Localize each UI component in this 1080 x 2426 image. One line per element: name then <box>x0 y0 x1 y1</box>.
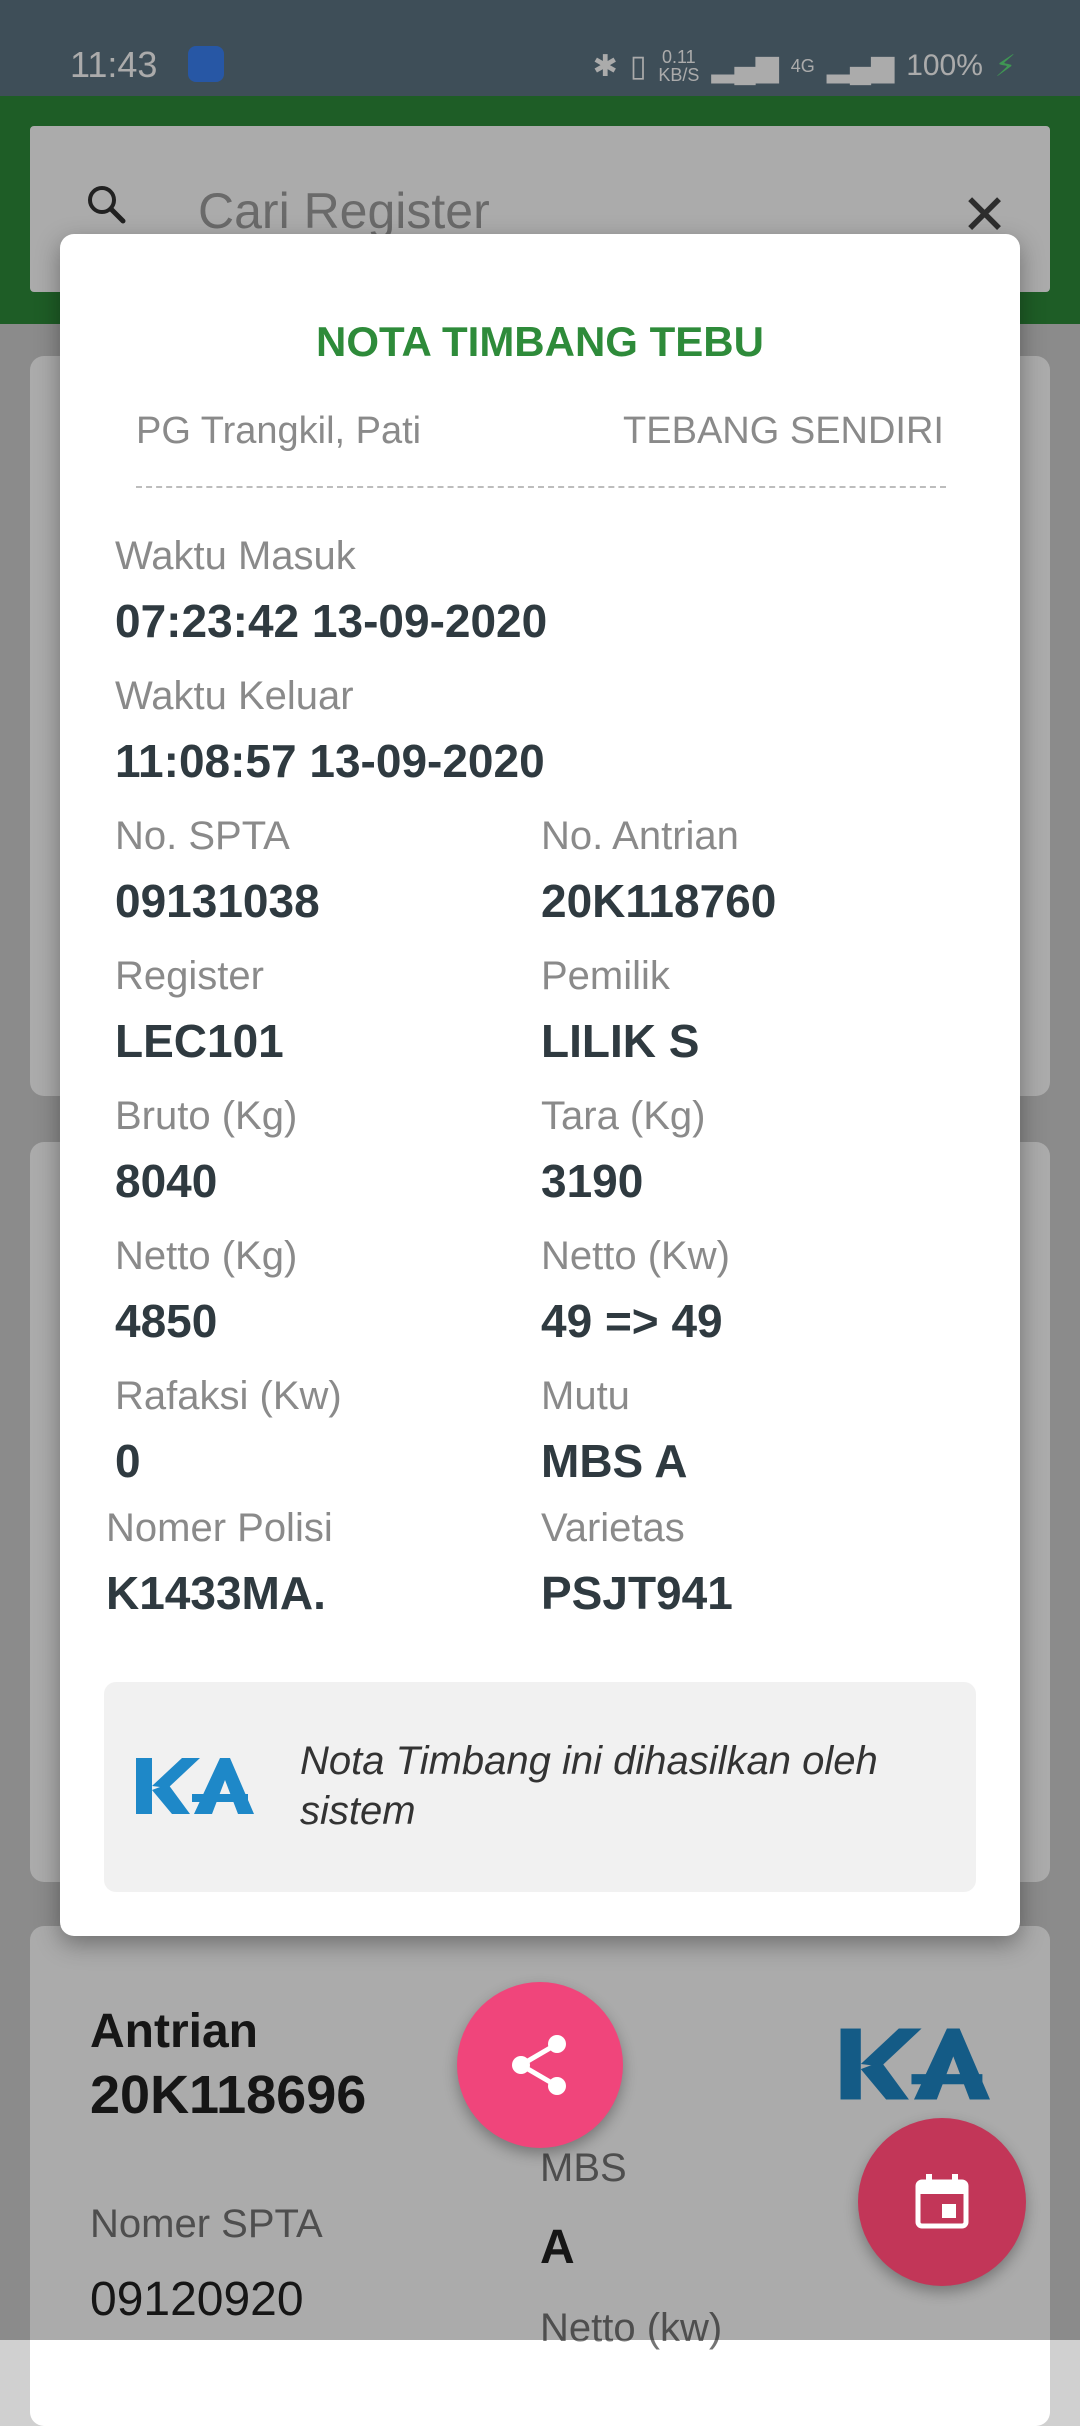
varietas-label: Varietas <box>541 1506 685 1550</box>
rafaksi-value: 0 <box>115 1435 141 1487</box>
tebang-type: TEBANG SENDIRI <box>623 410 944 452</box>
bruto-label: Bruto (Kg) <box>115 1094 298 1138</box>
pemilik-label: Pemilik <box>541 954 670 998</box>
note-text: Nota Timbang ini dihasilkan oleh sistem <box>300 1739 878 1833</box>
register-value: LEC101 <box>115 1015 284 1067</box>
netto-kw-value: 49 => 49 <box>541 1295 723 1347</box>
nota-timbang-dialog: NOTA TIMBANG TEBU PG Trangkil, Pati TEBA… <box>60 234 1020 1936</box>
register-label: Register <box>115 954 264 998</box>
mutu-value: MBS A <box>541 1435 688 1487</box>
share-icon <box>512 2035 566 2095</box>
share-button[interactable] <box>457 1982 623 2148</box>
calendar-button[interactable] <box>858 2118 1026 2286</box>
system-note: Nota Timbang ini dihasilkan oleh sistem <box>104 1682 976 1892</box>
varietas-value: PSJT941 <box>541 1567 733 1619</box>
bruto-value: 8040 <box>115 1155 218 1207</box>
divider <box>136 486 946 488</box>
waktu-masuk-value: 07:23:42 13-09-2020 <box>115 595 548 647</box>
spta-label: No. SPTA <box>115 814 290 858</box>
polisi-label: Nomer Polisi <box>106 1506 333 1550</box>
polisi-value: K1433MA. <box>106 1567 326 1619</box>
tara-value: 3190 <box>541 1155 644 1207</box>
netto-kg-value: 4850 <box>115 1295 218 1347</box>
waktu-keluar-label: Waktu Keluar <box>115 674 354 718</box>
netto-kg-label: Netto (Kg) <box>115 1234 298 1278</box>
calendar-icon <box>915 2174 969 2229</box>
waktu-masuk-label: Waktu Masuk <box>115 534 356 578</box>
waktu-keluar-value: 11:08:57 13-09-2020 <box>115 735 545 787</box>
antrian-value: 20K118760 <box>541 875 777 927</box>
netto-kw-label: Netto (Kw) <box>541 1234 730 1278</box>
dialog-title: NOTA TIMBANG TEBU <box>316 318 764 365</box>
antrian-label: No. Antrian <box>541 814 739 858</box>
spta-value: 09131038 <box>115 875 320 927</box>
company-logo <box>136 1758 254 1814</box>
pemilik-value: LILIK S <box>541 1015 700 1067</box>
mutu-label: Mutu <box>541 1374 630 1418</box>
tara-label: Tara (Kg) <box>541 1094 706 1138</box>
rafaksi-label: Rafaksi (Kw) <box>115 1374 342 1418</box>
location-text: PG Trangkil, Pati <box>136 410 422 452</box>
